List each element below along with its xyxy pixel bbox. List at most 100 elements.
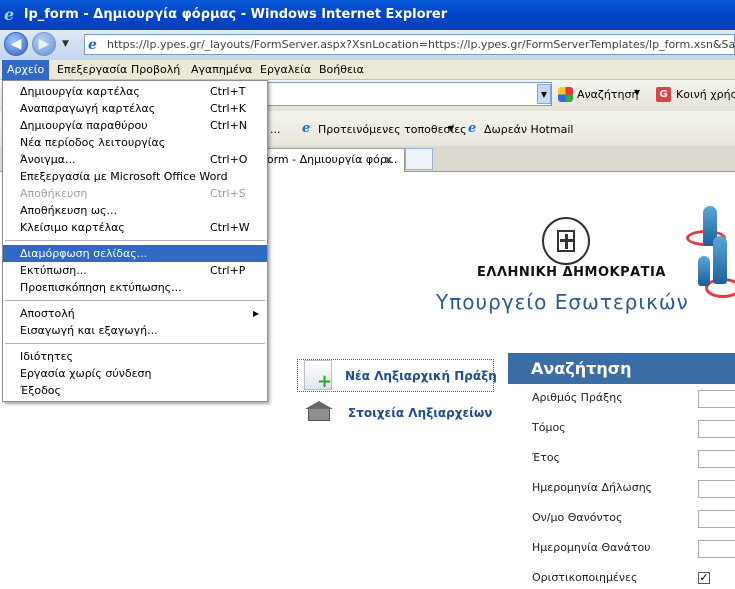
menu-favorites[interactable]: Αγαπημένα (186, 60, 257, 80)
menu-item-label: Επεξεργασία με Microsoft Office Word (20, 170, 228, 183)
file-menu-dropdown: Δημιουργία καρτέλας Ctrl+T Αναπαραγωγή κα… (2, 80, 268, 402)
page-ie-icon: e (88, 37, 97, 53)
deceased-name-input[interactable] (698, 510, 735, 528)
menu-item-label: Άνοιγμα... (20, 153, 76, 166)
death-date-input[interactable] (698, 540, 735, 558)
search-dropdown-icon[interactable]: ▼ (537, 84, 551, 104)
year-input[interactable] (698, 450, 735, 468)
window-title: lp_form - Δημιουργία φόρμας - Windows In… (24, 7, 448, 22)
tab-current[interactable]: form - Δημιουργία φόρ... x (255, 148, 405, 172)
finalized-checkbox[interactable]: ✓ (698, 572, 710, 584)
menu-item-properties[interactable]: Ιδιότητες (3, 348, 267, 365)
menu-item-work-offline[interactable]: Εργασία χωρίς σύνδεση (3, 365, 267, 382)
address-bar[interactable]: e https://lp.ypes.gr/_layouts/FormServer… (84, 34, 735, 55)
field-label-deceased-name: Ον/μο Θανόντος (532, 511, 623, 524)
submenu-arrow-icon: ▶ (253, 309, 260, 318)
google-plus-icon: G (656, 87, 671, 102)
menu-item-close-tab[interactable]: Κλείσιμο καρτέλας Ctrl+W (3, 219, 267, 236)
menu-item-label: Ιδιότητες (20, 350, 74, 363)
menu-item-save-as[interactable]: Αποθήκευση ως... (3, 202, 267, 219)
menu-item-shortcut: Ctrl+W (210, 221, 250, 234)
menu-item-new-tab[interactable]: Δημιουργία καρτέλας Ctrl+T (3, 83, 267, 100)
menu-separator (5, 300, 265, 301)
menu-item-shortcut: Ctrl+N (210, 119, 248, 132)
hotmail-icon: e (468, 121, 477, 136)
menu-item-edit-with-word[interactable]: Επεξεργασία με Microsoft Office Word (3, 168, 267, 185)
field-label-death-date: Ημερομηνία Θανάτου (532, 541, 651, 554)
search-options-icon[interactable]: ▼ (634, 88, 640, 97)
field-label-volume: Τόμος (532, 421, 566, 434)
menu-item-label: Έξοδος (20, 384, 61, 397)
menu-help[interactable]: Βοήθεια (314, 60, 369, 80)
menu-item-label: Αποθήκευση ως... (20, 204, 117, 217)
menu-tools[interactable]: Εργαλεία (255, 60, 316, 80)
suggested-sites-icon: e (302, 121, 311, 136)
menu-item-label: Αποστολή (20, 307, 75, 320)
toolbar-search-input[interactable] (262, 82, 552, 106)
google-icon (558, 87, 573, 102)
menu-item-label: Δημιουργία παραθύρου (20, 119, 148, 132)
menu-item-duplicate-tab[interactable]: Αναπαραγωγή καρτέλας Ctrl+K (3, 100, 267, 117)
menu-item-open[interactable]: Άνοιγμα... Ctrl+O (3, 151, 267, 168)
share-button-label[interactable]: Κοινή χρήση (676, 88, 735, 101)
new-document-icon: + (304, 360, 332, 391)
menu-item-label: Εκτύπωση... (20, 264, 87, 277)
field-label-declaration-date: Ημερομηνία Δήλωσης (532, 481, 653, 494)
menu-item-label: Δημιουργία καρτέλας (20, 85, 140, 98)
menu-item-label: Νέα περίοδος λειτουργίας (20, 136, 166, 149)
tab-close-icon[interactable]: x (385, 149, 392, 171)
menu-separator (5, 343, 265, 344)
declaration-date-input[interactable] (698, 480, 735, 498)
menu-item-shortcut: Ctrl+T (210, 85, 246, 98)
menu-bar: Αρχείο Επεξεργασία Προβολή Αγαπημένα Εργ… (0, 60, 735, 80)
ie-logo-icon: e (4, 5, 15, 24)
field-label-finalized: Οριστικοποιημένες (532, 571, 638, 584)
menu-item-print[interactable]: Εκτύπωση... Ctrl+P (3, 262, 267, 279)
hotmail-link[interactable]: Δωρεάν Hotmail (484, 123, 573, 136)
search-panel-title: Αναζήτηση (508, 353, 735, 384)
tab-title: form - Δημιουργία φόρ... (263, 153, 398, 166)
menu-item-shortcut: Ctrl+K (210, 102, 247, 115)
menu-item-exit[interactable]: Έξοδος (3, 382, 267, 399)
menu-item-import-export[interactable]: Εισαγωγή και εξαγωγή... (3, 322, 267, 339)
menu-item-new-session[interactable]: Νέα περίοδος λειτουργίας (3, 134, 267, 151)
menu-item-label: Εισαγωγή και εξαγωγή... (20, 324, 158, 337)
favorites-ellipsis[interactable]: ... (270, 123, 281, 136)
menu-separator (5, 240, 265, 241)
menu-view[interactable]: Προβολή (126, 60, 185, 80)
menu-item-new-window[interactable]: Δημιουργία παραθύρου Ctrl+N (3, 117, 267, 134)
menu-edit[interactable]: Επεξεργασία (52, 60, 132, 80)
address-url: https://lp.ypes.gr/_layouts/FormServer.a… (107, 38, 735, 51)
ministry-heading: Υπουργείο Εσωτερικών (436, 290, 689, 314)
menu-item-label: Κλείσιμο καρτέλας (20, 221, 125, 234)
registry-info-link[interactable]: Στοιχεία Ληξιαρχείων (348, 406, 492, 420)
field-label-record-number: Αριθμός Πράξης (532, 391, 623, 404)
menu-item-shortcut: Ctrl+O (210, 153, 248, 166)
menu-item-print-preview[interactable]: Προεπισκόπηση εκτύπωσης... (3, 279, 267, 296)
suggested-dropdown-icon[interactable]: ▼ (448, 124, 454, 133)
menu-item-shortcut: Ctrl+P (210, 264, 246, 277)
menu-item-label: Προεπισκόπηση εκτύπωσης... (20, 281, 182, 294)
menu-item-send[interactable]: Αποστολή ▶ (3, 305, 267, 322)
field-label-year: Έτος (532, 451, 561, 464)
search-panel: Αναζήτηση Αριθμός Πράξης Τόμος Έτος Ημερ… (508, 353, 735, 589)
back-arrow-icon[interactable]: ◀ (4, 32, 28, 56)
republic-heading: ΕΛΛΗΝΙΚΗ ΔΗΜΟΚΡΑΤΙΑ (477, 265, 666, 280)
new-tab-button[interactable] (405, 148, 433, 170)
record-number-input[interactable] (698, 390, 735, 408)
menu-item-shortcut: Ctrl+S (210, 187, 246, 200)
menu-item-label: Διαμόρφωση σελίδας... (20, 247, 148, 260)
greek-emblem-icon (542, 217, 590, 265)
menu-file[interactable]: Αρχείο (2, 60, 50, 80)
forward-arrow-icon[interactable]: ▶ (32, 32, 56, 56)
search-button-label[interactable]: Αναζήτηση (577, 88, 638, 101)
suggested-sites-link[interactable]: Προτεινόμενες τοποθεσίες (318, 123, 467, 136)
menu-item-label: Αποθήκευση (20, 187, 88, 200)
menu-item-page-setup[interactable]: Διαμόρφωση σελίδας... (3, 245, 267, 262)
menu-item-label: Αναπαραγωγή καρτέλας (20, 102, 156, 115)
menu-item-label: Εργασία χωρίς σύνδεση (20, 367, 152, 380)
history-dropdown-icon[interactable]: ▼ (62, 39, 69, 49)
new-record-label[interactable]: Νέα Ληξιαρχική Πράξη (345, 369, 497, 383)
window-title-bar: e lp_form - Δημιουργία φόρμας - Windows … (0, 0, 735, 30)
volume-input[interactable] (698, 420, 735, 438)
